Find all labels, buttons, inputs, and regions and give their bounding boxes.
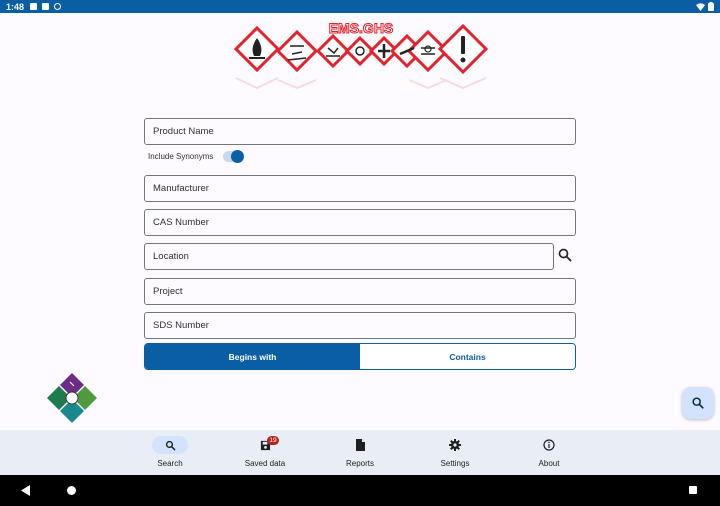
- nav-label-settings: Settings: [440, 459, 470, 468]
- nav-item-settings[interactable]: Settings: [415, 430, 495, 475]
- wifi-icon: [696, 2, 705, 11]
- product-name-input[interactable]: [153, 126, 575, 137]
- search-icon: [165, 440, 175, 450]
- document-icon: [355, 439, 365, 451]
- search-fab[interactable]: [682, 387, 714, 419]
- nav-active-indicator: [152, 436, 188, 454]
- sync-icon: [54, 3, 62, 10]
- nav-item-about[interactable]: About: [509, 430, 589, 475]
- cas-number-input[interactable]: [153, 217, 575, 228]
- saved-data-count-badge: 19: [267, 436, 279, 445]
- ems-ghs-logo: EMS.GHS: [233, 20, 489, 90]
- recent-apps-icon[interactable]: [689, 486, 697, 494]
- contains-button[interactable]: Contains: [360, 344, 575, 369]
- location-input[interactable]: [153, 251, 553, 262]
- include-synonyms-label: Include Synonyms: [148, 152, 214, 161]
- gear-icon: [449, 439, 461, 451]
- status-time: 1:48: [6, 1, 25, 12]
- begins-with-button[interactable]: Begins with: [145, 344, 360, 369]
- back-icon[interactable]: [21, 485, 31, 496]
- notification-icon: [30, 3, 38, 10]
- storage-icon: [42, 3, 50, 10]
- status-bar: 1:48: [0, 0, 720, 13]
- toggle-knob: [231, 150, 245, 163]
- system-navigation-bar: [0, 475, 720, 506]
- info-icon: [543, 439, 555, 451]
- nav-item-search[interactable]: Search: [130, 430, 210, 475]
- nav-label-reports: Reports: [345, 459, 374, 468]
- home-icon[interactable]: [67, 486, 76, 495]
- project-input[interactable]: [153, 286, 575, 297]
- nav-item-reports[interactable]: Reports: [320, 430, 400, 475]
- match-mode-selector: Begins with Contains: [144, 343, 576, 370]
- battery-icon: [708, 2, 714, 11]
- search-icon: [692, 397, 704, 409]
- cas-number-field[interactable]: [144, 209, 576, 236]
- nav-label-saved-data: Saved data: [244, 459, 286, 468]
- project-field[interactable]: [144, 278, 576, 305]
- nav-label-about: About: [538, 459, 560, 468]
- logo-text: EMS.GHS: [329, 20, 394, 36]
- include-synonyms-row: Include Synonyms: [148, 150, 245, 163]
- nav-label-search: Search: [157, 459, 183, 468]
- bottom-navigation: Search 19 Saved data Reports Settings Ab…: [0, 430, 720, 475]
- nav-item-saved-data[interactable]: 19 Saved data: [225, 430, 305, 475]
- location-search-icon[interactable]: [557, 247, 573, 263]
- sds-number-input[interactable]: [153, 320, 575, 331]
- include-synonyms-toggle[interactable]: [223, 150, 245, 163]
- company-logo: [47, 373, 97, 423]
- product-name-field[interactable]: [144, 118, 576, 145]
- manufacturer-input[interactable]: [153, 183, 575, 194]
- manufacturer-field[interactable]: [144, 175, 576, 202]
- sds-number-field[interactable]: [144, 312, 576, 339]
- location-field[interactable]: [144, 243, 554, 270]
